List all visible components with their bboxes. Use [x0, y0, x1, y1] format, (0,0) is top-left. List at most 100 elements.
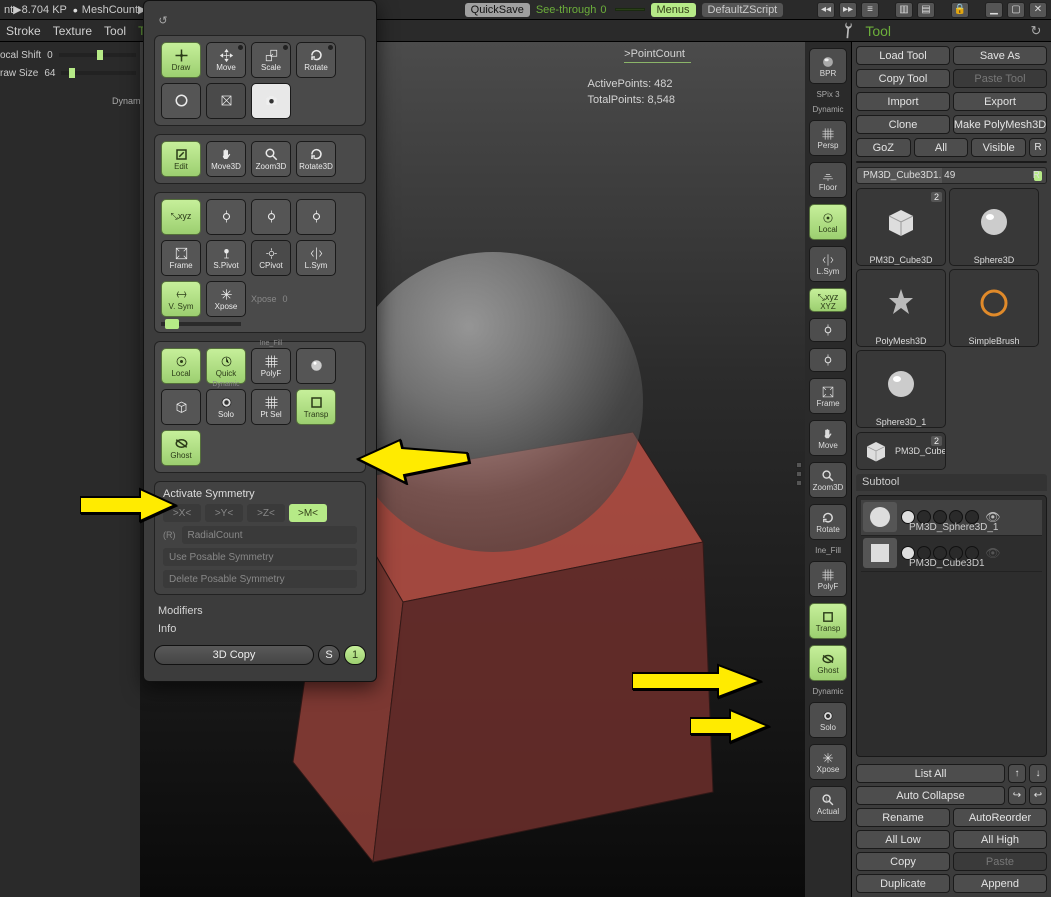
- xpose-b[interactable]: Xpose: [206, 281, 246, 317]
- list-all-button[interactable]: List All: [856, 764, 1005, 783]
- ↩-button[interactable]: ↩: [1029, 786, 1047, 805]
- reset-icon[interactable]: ↺: [154, 13, 172, 27]
- sym-z[interactable]: >Z<: [247, 504, 285, 522]
- rot-axis-1[interactable]: [809, 318, 847, 342]
- wire[interactable]: [161, 389, 201, 425]
- goz-button[interactable]: GoZ: [856, 138, 911, 157]
- autoreorder-button[interactable]: AutoReorder: [953, 808, 1047, 827]
- ↪-button[interactable]: ↪: [1008, 786, 1026, 805]
- save-as-button[interactable]: Save As: [953, 46, 1047, 65]
- current-tool-slider[interactable]: PM3D_Cube3D1. 49 R: [856, 167, 1047, 184]
- maximize-icon[interactable]: ▢: [1007, 2, 1025, 18]
- lsym-icon[interactable]: L.Sym: [809, 246, 847, 282]
- paste-tool-button[interactable]: Paste Tool: [953, 69, 1047, 88]
- quicksave-button[interactable]: QuickSave: [465, 3, 530, 17]
- ghost-b[interactable]: Ghost: [161, 430, 201, 466]
- local-b[interactable]: Local: [161, 348, 201, 384]
- solo-b[interactable]: DynamicSolo: [206, 389, 246, 425]
- xyz-icon[interactable]: ⤡xyzXYZ: [809, 288, 847, 312]
- 3d-copy-1[interactable]: 1: [344, 645, 366, 665]
- delete-posable-symmetry[interactable]: Delete Posable Symmetry: [163, 570, 357, 588]
- draw-size-slider[interactable]: [61, 71, 136, 75]
- lightbox-tools[interactable]: Lightbox▶Tools: [856, 161, 1047, 163]
- subtool-PM3D_Sphere3D_1[interactable]: 👁PM3D_Sphere3D_1: [861, 500, 1042, 536]
- next-page-icon[interactable]: ▸▸: [839, 2, 857, 18]
- snapshot[interactable]: [251, 83, 291, 119]
- zoom3d-b[interactable]: Zoom3D: [251, 141, 291, 177]
- sym-m[interactable]: >M<: [289, 504, 327, 522]
- shade[interactable]: [296, 348, 336, 384]
- rot3d[interactable]: Rotate3D: [296, 141, 336, 177]
- move-icon[interactable]: Move: [809, 420, 847, 456]
- rot-axis-2[interactable]: [809, 348, 847, 372]
- right-scroll-handles[interactable]: [796, 462, 804, 486]
- lock-icon[interactable]: 🔒: [951, 2, 969, 18]
- cpivot[interactable]: CPivot: [251, 240, 291, 276]
- frame-icon[interactable]: Frame: [809, 378, 847, 414]
- prev-page-icon[interactable]: ◂◂: [817, 2, 835, 18]
- minimize-icon[interactable]: ▁: [985, 2, 1003, 18]
- layout-b-icon[interactable]: ▤: [917, 2, 935, 18]
- copy-button[interactable]: Copy: [856, 852, 950, 871]
- subtool-PM3D_Cube3D1[interactable]: 👁PM3D_Cube3D1: [861, 536, 1042, 572]
- copy-tool-button[interactable]: Copy Tool: [856, 69, 950, 88]
- subtool-header[interactable]: Subtool: [856, 474, 1047, 491]
- transp-icon[interactable]: Transp: [809, 603, 847, 639]
- clone-button[interactable]: Clone: [856, 115, 950, 134]
- polyf-b[interactable]: Ine_FillPolyF: [251, 348, 291, 384]
- menus-toggle[interactable]: Menus: [651, 3, 696, 17]
- rotate-mode[interactable]: Rotate: [296, 42, 336, 78]
- persp-icon[interactable]: Persp: [809, 120, 847, 156]
- sym-y[interactable]: >Y<: [205, 504, 243, 522]
- info-row[interactable]: Info: [158, 623, 362, 635]
- duplicate-button[interactable]: Duplicate: [856, 874, 950, 893]
- import-button[interactable]: Import: [856, 92, 950, 111]
- tool-thumb-Sphere3D_1[interactable]: Sphere3D_1: [856, 350, 946, 428]
- ↓-button[interactable]: ↓: [1029, 764, 1047, 783]
- rename-button[interactable]: Rename: [856, 808, 950, 827]
- tool-thumb-PM3D_Cube3D[interactable]: PM3D_Cube3D2: [856, 188, 946, 266]
- default-zscript[interactable]: DefaultZScript: [702, 3, 784, 17]
- move3d[interactable]: Move3D: [206, 141, 246, 177]
- auto-collapse-button[interactable]: Auto Collapse: [856, 786, 1005, 805]
- ptsel[interactable]: Pt Sel: [251, 389, 291, 425]
- use-posable-symmetry[interactable]: Use Posable Symmetry: [163, 548, 357, 566]
- spivot[interactable]: S.Pivot: [206, 240, 246, 276]
- actual-icon[interactable]: 1Actual: [809, 786, 847, 822]
- pointcount-tab[interactable]: >PointCount: [624, 48, 685, 63]
- gizmo-drag[interactable]: [206, 83, 246, 119]
- ↑-button[interactable]: ↑: [1008, 764, 1026, 783]
- edit-mode[interactable]: Edit: [161, 141, 201, 177]
- menu-bars-icon[interactable]: ≡: [861, 2, 879, 18]
- rot-free[interactable]: [296, 199, 336, 235]
- layout-a-icon[interactable]: ▥: [895, 2, 913, 18]
- polyf-icon[interactable]: PolyF: [809, 561, 847, 597]
- close-icon[interactable]: ✕: [1029, 2, 1047, 18]
- make-polymesh-button[interactable]: Make PolyMesh3D: [953, 115, 1047, 134]
- vsym[interactable]: V. Sym: [161, 281, 201, 317]
- sym-x[interactable]: >X<: [163, 504, 201, 522]
- rot-xyz[interactable]: ⤡xyz: [161, 199, 201, 235]
- tool-thumb-Sphere3D[interactable]: Sphere3D: [949, 188, 1039, 266]
- move-mode[interactable]: Move: [206, 42, 246, 78]
- tool-thumb-PolyMesh3D[interactable]: PolyMesh3D: [856, 269, 946, 347]
- goz-all-button[interactable]: All: [914, 138, 969, 157]
- load-tool-button[interactable]: Load Tool: [856, 46, 950, 65]
- scale-mode[interactable]: Scale: [251, 42, 291, 78]
- paste-button[interactable]: Paste: [953, 852, 1047, 871]
- transp-b[interactable]: Transp: [296, 389, 336, 425]
- quick[interactable]: Quick: [206, 348, 246, 384]
- rotate-icon[interactable]: Rotate: [809, 504, 847, 540]
- goz-r-button[interactable]: R: [1029, 138, 1047, 157]
- menu-stroke[interactable]: Stroke: [6, 24, 41, 38]
- bpr-icon[interactable]: BPR: [809, 48, 847, 84]
- refresh-icon[interactable]: ↻: [1027, 22, 1045, 40]
- 3d-copy-s[interactable]: S: [318, 645, 340, 665]
- seethrough-slider[interactable]: [615, 8, 645, 11]
- export-button[interactable]: Export: [953, 92, 1047, 111]
- xpose-slider[interactable]: [161, 322, 241, 326]
- rot-y[interactable]: [206, 199, 246, 235]
- visibility-eye-icon[interactable]: 👁: [983, 546, 1003, 560]
- append-button[interactable]: Append: [953, 874, 1047, 893]
- rot-z[interactable]: [251, 199, 291, 235]
